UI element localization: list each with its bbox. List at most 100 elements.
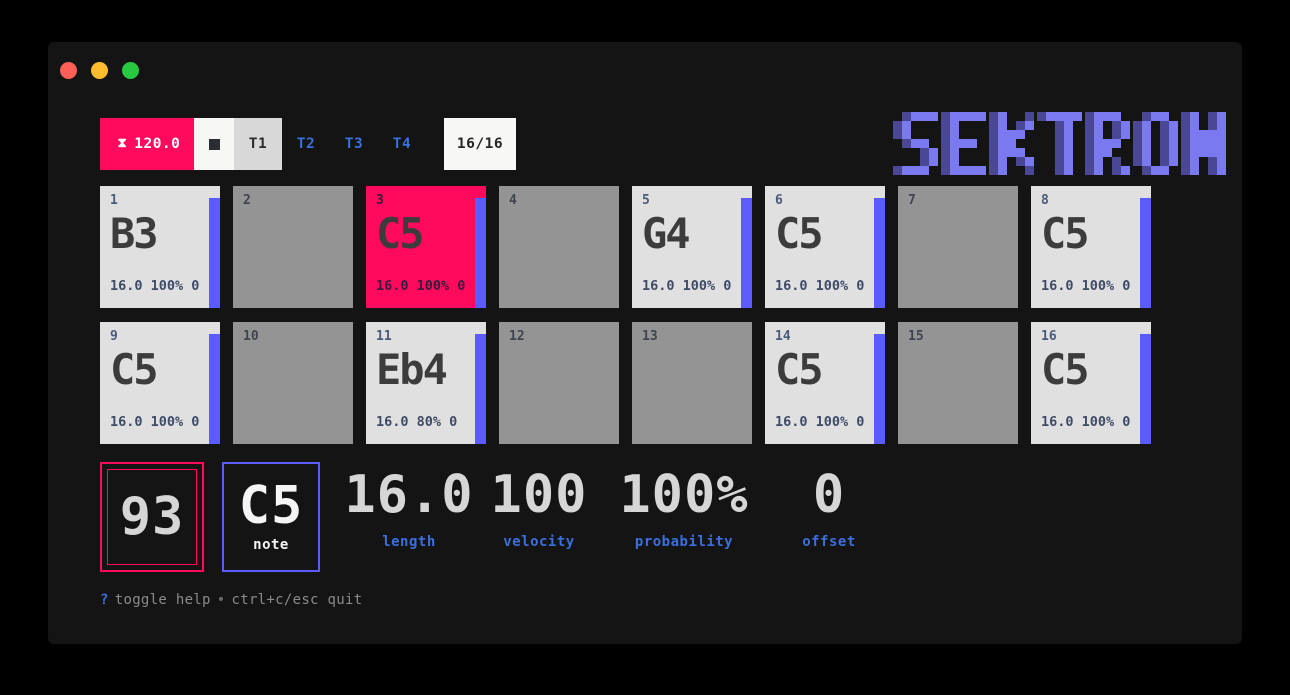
logo-pixel bbox=[1025, 166, 1034, 175]
step-meta-label: 16.0 100% 0 bbox=[1041, 414, 1131, 430]
step-cell-4[interactable]: 4 bbox=[499, 186, 619, 308]
logo-pixel bbox=[1133, 139, 1142, 148]
step-cell-10[interactable]: 10 bbox=[233, 322, 353, 444]
logo-pixel bbox=[1190, 166, 1199, 175]
step-cell-14[interactable]: 14 C5 16.0 100% 0 bbox=[765, 322, 885, 444]
help-text[interactable]: toggle help bbox=[115, 592, 211, 608]
step-meta-label: 16.0 100% 0 bbox=[1041, 278, 1131, 294]
logo-pixel bbox=[1103, 112, 1112, 121]
param-velocity-label: velocity bbox=[503, 534, 575, 550]
stop-button[interactable] bbox=[194, 118, 234, 170]
logo-pixel bbox=[1073, 139, 1082, 148]
logo-pixel bbox=[1046, 121, 1055, 130]
logo-pixel bbox=[1217, 139, 1226, 148]
step-length-bar bbox=[209, 334, 220, 444]
param-probability[interactable]: 100% probability bbox=[604, 462, 764, 550]
zoom-button[interactable] bbox=[122, 62, 139, 79]
step-cell-9[interactable]: 9 C5 16.0 100% 0 bbox=[100, 322, 220, 444]
step-cell-15[interactable]: 15 bbox=[898, 322, 1018, 444]
logo-pixel bbox=[968, 121, 977, 130]
logo-pixel bbox=[1151, 112, 1160, 121]
tempo-button[interactable]: ⧗ 120.0 bbox=[100, 118, 194, 170]
step-cell-1[interactable]: 1 B3 16.0 100% 0 bbox=[100, 186, 220, 308]
logo-pixel bbox=[1181, 121, 1190, 130]
logo-pixel bbox=[998, 157, 1007, 166]
logo-pixel bbox=[902, 139, 911, 148]
logo-pixel bbox=[929, 148, 938, 157]
step-note-label bbox=[243, 211, 353, 257]
step-cell-7[interactable]: 7 bbox=[898, 186, 1018, 308]
logo-pixel bbox=[1073, 112, 1082, 121]
param-offset[interactable]: 0 offset bbox=[764, 462, 894, 550]
step-meta-label: 16.0 100% 0 bbox=[642, 278, 732, 294]
logo-pixel bbox=[1085, 139, 1094, 148]
step-cell-body: 15 bbox=[898, 322, 1018, 444]
step-cell-body: 12 bbox=[499, 322, 619, 444]
logo-pixel bbox=[1181, 157, 1190, 166]
step-cell-5[interactable]: 5 G4 16.0 100% 0 bbox=[632, 186, 752, 308]
logo-pixel bbox=[977, 166, 986, 175]
logo-pixel bbox=[920, 130, 929, 139]
logo-pixel bbox=[1112, 130, 1121, 139]
step-index-label: 4 bbox=[509, 193, 517, 208]
app-root: ⧗ 120.0 T1 T2 T3 T4 16/16 1 B3 16.0 100%… bbox=[0, 0, 1290, 695]
logo-pixel bbox=[929, 157, 938, 166]
step-index-label: 5 bbox=[642, 193, 650, 208]
terminal-window: ⧗ 120.0 T1 T2 T3 T4 16/16 1 B3 16.0 100%… bbox=[48, 42, 1242, 644]
logo-pixel bbox=[950, 121, 959, 130]
step-cell-13[interactable]: 13 bbox=[632, 322, 752, 444]
step-note-label bbox=[243, 347, 353, 393]
step-cell-11[interactable]: 11 Eb4 16.0 80% 0 bbox=[366, 322, 486, 444]
tab-track-2[interactable]: T2 bbox=[282, 118, 330, 170]
logo-pixel bbox=[1217, 121, 1226, 130]
param-note[interactable]: C5 note bbox=[222, 462, 320, 572]
parameter-bar: 93 C5 note 16.0 length 100 velocity 100%… bbox=[100, 462, 894, 572]
step-row: 9 C5 16.0 100% 0 10 11 Eb4 16.0 80% 0 12 13 14 C5 1… bbox=[100, 322, 1190, 444]
logo-pixel bbox=[1160, 112, 1169, 121]
logo-pixel bbox=[1046, 157, 1055, 166]
logo-pixel bbox=[1190, 139, 1199, 148]
logo-pixel bbox=[1016, 112, 1025, 121]
step-note-label: C5 bbox=[1041, 208, 1090, 258]
logo-pixel bbox=[977, 130, 986, 139]
close-button[interactable] bbox=[60, 62, 77, 79]
step-note-label: C5 bbox=[775, 344, 824, 394]
step-cell-12[interactable]: 12 bbox=[499, 322, 619, 444]
param-length[interactable]: 16.0 length bbox=[344, 462, 474, 550]
logo-pixel bbox=[1121, 139, 1130, 148]
step-index-label: 13 bbox=[642, 329, 658, 344]
step-index-label: 1 bbox=[110, 193, 118, 208]
step-cell-3[interactable]: 3 C5 16.0 100% 0 bbox=[366, 186, 486, 308]
tab-track-1[interactable]: T1 bbox=[234, 118, 282, 170]
logo-pixel bbox=[1112, 139, 1121, 148]
logo-pixel bbox=[1169, 121, 1178, 130]
tab-track-3[interactable]: T3 bbox=[330, 118, 378, 170]
logo-pixel bbox=[977, 139, 986, 148]
logo-pixel bbox=[1151, 148, 1160, 157]
logo-pixel bbox=[1121, 148, 1130, 157]
logo-pixel bbox=[1085, 148, 1094, 157]
step-cell-2[interactable]: 2 bbox=[233, 186, 353, 308]
param-velocity[interactable]: 100 velocity bbox=[474, 462, 604, 550]
step-index-label: 15 bbox=[908, 329, 924, 344]
step-cell-16[interactable]: 16 C5 16.0 100% 0 bbox=[1031, 322, 1151, 444]
logo-pixel bbox=[1055, 157, 1064, 166]
minimize-button[interactable] bbox=[91, 62, 108, 79]
step-cell-8[interactable]: 8 C5 16.0 100% 0 bbox=[1031, 186, 1151, 308]
step-cell-body: 2 bbox=[233, 186, 353, 308]
logo-pixel bbox=[959, 121, 968, 130]
logo-pixel bbox=[893, 157, 902, 166]
step-cell-6[interactable]: 6 C5 16.0 100% 0 bbox=[765, 186, 885, 308]
logo-pixel bbox=[902, 121, 911, 130]
param-chord[interactable]: 93 bbox=[100, 462, 204, 572]
logo-letter-n bbox=[1181, 112, 1226, 175]
quit-text[interactable]: ctrl+c/esc quit bbox=[232, 592, 363, 608]
logo-pixel bbox=[1199, 148, 1208, 157]
tab-track-4[interactable]: T4 bbox=[378, 118, 426, 170]
logo-letter-s bbox=[893, 112, 938, 175]
pattern-indicator[interactable]: 16/16 bbox=[444, 118, 516, 170]
logo-pixel bbox=[1055, 121, 1064, 130]
logo-pixel bbox=[1007, 157, 1016, 166]
logo-pixel bbox=[1217, 148, 1226, 157]
logo-pixel bbox=[989, 148, 998, 157]
